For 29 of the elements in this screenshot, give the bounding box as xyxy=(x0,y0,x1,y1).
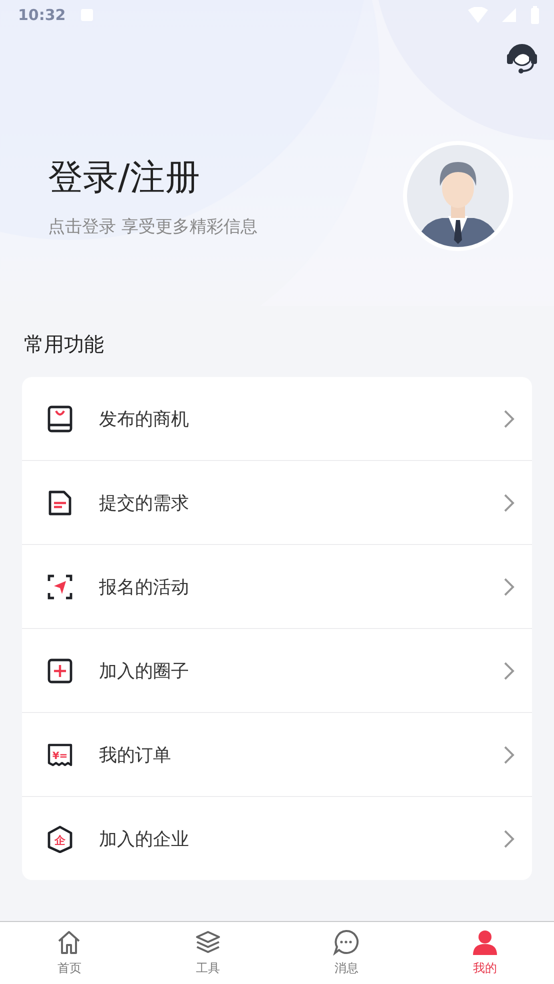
chevron-right-icon xyxy=(502,408,516,428)
menu-item[interactable]: 加入的圈子 xyxy=(22,628,532,712)
login-title[interactable]: 登录/注册 xyxy=(48,154,402,201)
chevron-right-icon xyxy=(502,576,516,596)
home-icon xyxy=(56,929,82,956)
menu-item[interactable]: ¥= 我的订单 xyxy=(22,712,532,796)
menu-item[interactable]: 发布的商机 xyxy=(22,377,532,460)
section-title: 常用功能 xyxy=(23,331,105,358)
status-time: 10:32 xyxy=(18,6,66,24)
document-icon xyxy=(46,488,74,516)
chevron-right-icon xyxy=(502,492,516,512)
menu-item[interactable]: 提交的需求 xyxy=(22,460,532,544)
shopping-bag-icon xyxy=(46,404,74,432)
hexagon-icon: 企 xyxy=(46,824,74,852)
layers-icon xyxy=(194,929,221,956)
menu-item[interactable]: 企 加入的企业 xyxy=(22,796,532,880)
tab[interactable]: 工具 xyxy=(138,922,277,984)
person-icon xyxy=(472,929,498,956)
tab[interactable]: 首页 xyxy=(0,922,138,984)
tab[interactable]: 我的 xyxy=(416,922,554,984)
chevron-right-icon xyxy=(502,744,516,764)
plus-square-icon xyxy=(46,656,74,684)
paper-plane-icon xyxy=(46,572,74,600)
login-subtitle: 点击登录 享受更多精彩信息 xyxy=(48,216,258,238)
tab[interactable]: 消息 xyxy=(277,922,416,984)
menu-item[interactable]: 报名的活动 xyxy=(22,544,532,628)
chevron-right-icon xyxy=(502,828,516,848)
chat-icon xyxy=(333,929,360,956)
chevron-right-icon xyxy=(502,660,516,680)
